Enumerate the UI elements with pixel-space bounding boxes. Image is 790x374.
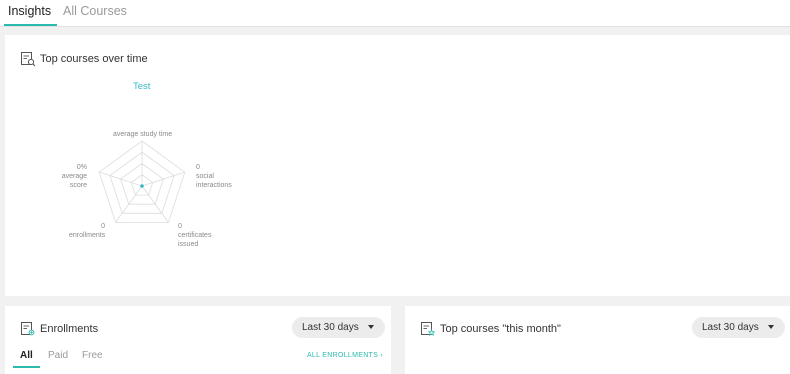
period-dropdown[interactable]: Last 30 days: [692, 317, 785, 338]
report-star-icon: [421, 322, 436, 336]
axis-label-certificates-issued: 0 certificates issued: [178, 223, 212, 248]
subtab-all[interactable]: All: [13, 350, 40, 368]
caret-down-icon: [368, 325, 374, 329]
axis-label-enrollments: 0 enrollments: [69, 223, 106, 239]
tab-insights[interactable]: Insights: [3, 0, 58, 26]
radar-data-point: [140, 184, 144, 188]
axis-label-average-score: 0% average score: [61, 164, 87, 189]
dropdown-value: Last 30 days: [702, 322, 759, 333]
subtab-paid[interactable]: Paid: [48, 350, 68, 361]
top-tabs: Insights All Courses: [0, 0, 790, 27]
enrollments-icon: [21, 322, 35, 336]
tab-all-courses[interactable]: All Courses: [63, 0, 127, 26]
enrollments-card: Enrollments Last 30 days All Paid Free A…: [5, 306, 391, 374]
chevron-right-icon: ›: [380, 352, 383, 359]
card-title: Top courses "this month": [440, 323, 561, 335]
top-courses-this-month-card: Top courses "this month" Last 30 days: [405, 306, 790, 374]
axis-label-average-study-time: average study time: [113, 131, 173, 138]
axis-label-social-interactions: 0 social interactions: [196, 164, 232, 189]
top-courses-over-time-card: Top courses over time Test average study…: [5, 35, 790, 296]
caret-down-icon: [768, 325, 774, 329]
card-title: Enrollments: [40, 323, 99, 335]
dropdown-value: Last 30 days: [302, 322, 359, 333]
radar-grid: [98, 140, 186, 223]
all-enrollments-link[interactable]: ALL ENROLLMENTS ›: [307, 352, 383, 359]
subtab-free[interactable]: Free: [82, 350, 103, 361]
period-dropdown[interactable]: Last 30 days: [292, 317, 385, 338]
